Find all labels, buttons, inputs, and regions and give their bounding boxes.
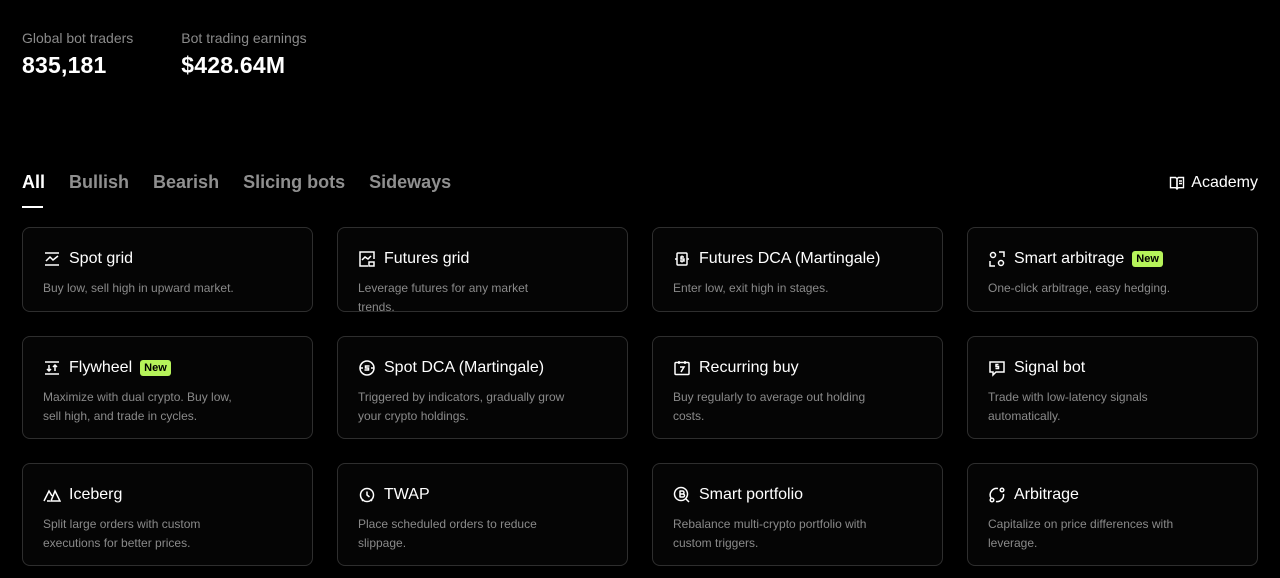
new-badge: New <box>140 360 171 376</box>
orbit-icon <box>989 487 1005 503</box>
card-description: Capitalize on price differences with lev… <box>988 517 1174 550</box>
card-title: Iceberg <box>69 486 123 503</box>
bot-card-futures-grid[interactable]: Futures grid Leverage futures for any ma… <box>337 227 628 314</box>
bot-card-signal-bot[interactable]: Signal bot Trade with low-latency signal… <box>967 336 1258 439</box>
card-description: Buy low, sell high in upward market. <box>43 281 234 295</box>
tab-slicing-bots[interactable]: Slicing bots <box>243 170 345 208</box>
tab-bullish[interactable]: Bullish <box>69 170 129 208</box>
bot-card-spot-dca[interactable]: Spot DCA (Martingale) Triggered by indic… <box>337 336 628 439</box>
card-description: Maximize with dual crypto. Buy low, sell… <box>43 390 232 423</box>
academy-label: Academy <box>1191 174 1258 191</box>
bot-card-recurring-buy[interactable]: Recurring buy Buy regularly to average o… <box>652 336 943 439</box>
card-description: Enter low, exit high in stages. <box>673 281 829 295</box>
bot-card-flywheel[interactable]: Flywheel New Maximize with dual crypto. … <box>22 336 313 439</box>
bitcoin-search-icon <box>673 486 690 503</box>
tabs-bar: All Bullish Bearish Slicing bots Sideway… <box>22 170 1258 210</box>
up-down-arrows-icon <box>45 361 59 375</box>
bot-card-twap[interactable]: TWAP Place scheduled orders to reduce sl… <box>337 463 628 566</box>
bot-card-arbitrage[interactable]: Arbitrage Capitalize on price difference… <box>967 463 1258 566</box>
card-description: Triggered by indicators, gradually grow … <box>358 390 565 423</box>
category-tabs: All Bullish Bearish Slicing bots Sideway… <box>22 170 1258 208</box>
new-badge: New <box>1132 251 1163 267</box>
bot-cards-grid: Spot grid Buy low, sell high in upward m… <box>22 227 1258 566</box>
tab-all[interactable]: All <box>22 170 45 208</box>
card-description: Rebalance multi-crypto portfolio with cu… <box>673 517 867 550</box>
scan-circles-icon <box>989 251 1005 267</box>
stat-bot-trading-earnings: Bot trading earnings $428.64M <box>181 30 306 79</box>
card-title: Flywheel <box>69 359 133 376</box>
card-title: Futures grid <box>384 250 470 267</box>
card-title: Spot DCA (Martingale) <box>384 359 545 376</box>
bot-card-smart-portfolio[interactable]: Smart portfolio Rebalance multi-crypto p… <box>652 463 943 566</box>
card-title: Smart portfolio <box>699 486 804 503</box>
card-title: TWAP <box>384 486 430 503</box>
stat-label: Bot trading earnings <box>181 30 307 46</box>
signal-message-icon <box>989 361 1005 377</box>
academy-link[interactable]: Academy <box>1169 174 1258 192</box>
card-description: One-click arbitrage, easy hedging. <box>988 281 1171 295</box>
card-description: Split large orders with custom execution… <box>43 517 201 550</box>
card-title: Spot grid <box>69 250 134 267</box>
card-title: Smart arbitrage <box>1014 250 1125 267</box>
alarm-clock-icon <box>359 487 375 503</box>
card-title: Recurring buy <box>699 359 799 376</box>
dollar-circle-icon <box>359 360 375 376</box>
bot-card-iceberg[interactable]: Iceberg Split large orders with custom e… <box>22 463 313 566</box>
iceberg-icon <box>43 489 61 502</box>
book-icon <box>1170 176 1185 191</box>
bot-card-smart-arbitrage[interactable]: Smart arbitrage New One-click arbitrage,… <box>967 227 1258 312</box>
card-title: Arbitrage <box>1014 486 1079 503</box>
futures-chart-icon <box>359 251 375 267</box>
card-description: Place scheduled orders to reduce slippag… <box>358 517 537 550</box>
stats-bar: Global bot traders 835,181 Bot trading e… <box>22 30 307 79</box>
tab-sideways[interactable]: Sideways <box>369 170 451 208</box>
stat-value: 835,181 <box>22 52 107 78</box>
card-description: Trade with low-latency signals automatic… <box>988 390 1148 423</box>
stat-global-bot-traders: Global bot traders 835,181 <box>22 30 133 79</box>
tab-bearish[interactable]: Bearish <box>153 170 219 208</box>
card-title: Futures DCA (Martingale) <box>699 250 881 267</box>
stat-value: $428.64M <box>181 52 286 78</box>
bot-card-futures-dca[interactable]: Futures DCA (Martingale) Enter low, exit… <box>652 227 943 312</box>
dollar-cycle-icon <box>675 252 689 266</box>
card-description: Leverage futures for any market trends. <box>358 281 529 314</box>
card-title: Signal bot <box>1014 359 1086 376</box>
card-description: Buy regularly to average out holding cos… <box>673 390 866 423</box>
grid-chart-icon <box>45 252 59 266</box>
calendar-icon <box>674 361 690 376</box>
stat-label: Global bot traders <box>22 30 134 46</box>
bot-card-spot-grid[interactable]: Spot grid Buy low, sell high in upward m… <box>22 227 313 312</box>
